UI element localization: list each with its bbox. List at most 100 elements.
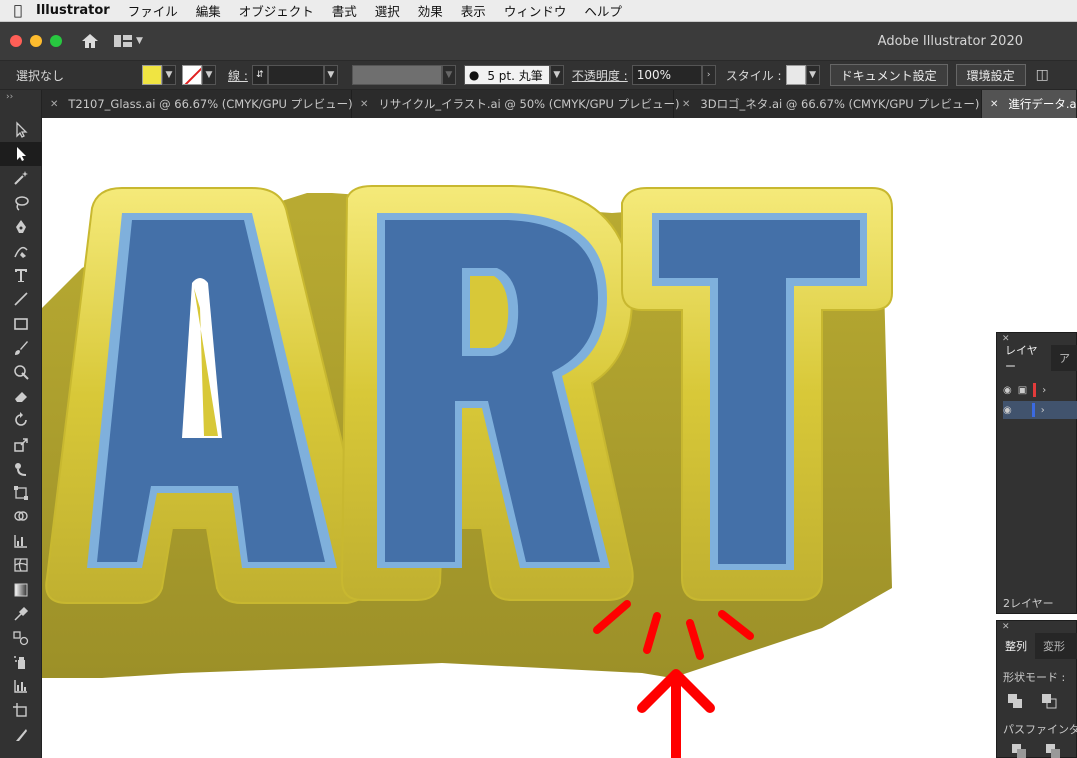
style-swatch[interactable] bbox=[785, 65, 806, 85]
rectangle-tool[interactable] bbox=[0, 312, 42, 336]
close-icon[interactable]: ✕ bbox=[50, 99, 58, 110]
zoom-window-button[interactable] bbox=[50, 35, 62, 47]
tab-recycle-illust[interactable]: ✕ リサイクル_イラスト.ai @ 50% (CMYK/GPU プレビュー) bbox=[352, 90, 680, 118]
panel-grip-icon[interactable]: ›› bbox=[0, 90, 41, 118]
direct-selection-tool[interactable] bbox=[0, 142, 42, 167]
close-icon[interactable]: ✕ bbox=[990, 99, 998, 110]
stroke-weight-stepper[interactable]: ⇵ bbox=[251, 65, 268, 85]
stroke-weight-input[interactable] bbox=[267, 65, 324, 85]
free-transform-icon bbox=[14, 485, 28, 500]
chevron-right-icon[interactable]: › bbox=[1041, 405, 1045, 416]
minus-front-icon[interactable] bbox=[1041, 693, 1057, 709]
stroke-weight-dropdown[interactable]: ▼ bbox=[323, 65, 338, 85]
menu-help[interactable]: ヘルプ bbox=[584, 1, 622, 20]
opacity-input[interactable]: 100% bbox=[631, 65, 702, 85]
divide-icon[interactable] bbox=[1011, 743, 1027, 758]
rectangle-icon bbox=[14, 317, 28, 330]
close-icon[interactable]: ✕ bbox=[360, 99, 368, 110]
artboard-tool[interactable] bbox=[0, 699, 42, 723]
lasso-icon bbox=[15, 195, 29, 211]
fill-swatch[interactable] bbox=[142, 65, 162, 85]
style-dropdown[interactable]: ▼ bbox=[805, 65, 820, 85]
home-icon[interactable] bbox=[80, 31, 100, 51]
arrange-icon[interactable]: ◫ bbox=[1036, 67, 1049, 83]
chevron-right-icon[interactable]: › bbox=[1042, 385, 1046, 396]
puppet-warp-tool[interactable] bbox=[0, 457, 42, 481]
layer-row[interactable]: ◉ › bbox=[1003, 401, 1077, 419]
layer-count: 2レイヤー bbox=[1003, 597, 1054, 610]
opacity-label[interactable]: 不透明度 : bbox=[572, 67, 628, 84]
symbol-sprayer-icon bbox=[14, 656, 25, 670]
menu-view[interactable]: 表示 bbox=[461, 1, 486, 20]
line-tool[interactable] bbox=[0, 287, 42, 311]
gradient-tool[interactable] bbox=[0, 578, 42, 602]
tab-progress-data[interactable]: ✕ 進行データ.ai bbox=[982, 90, 1077, 118]
graph-tool[interactable] bbox=[0, 529, 42, 553]
variable-width-profile[interactable] bbox=[351, 65, 442, 85]
brush-dropdown[interactable]: ▼ bbox=[549, 65, 564, 85]
slice-tool[interactable] bbox=[0, 723, 42, 747]
curvature-tool[interactable] bbox=[0, 239, 42, 263]
direct-selection-icon bbox=[17, 147, 26, 162]
tab-3d-logo[interactable]: ✕ 3Dロゴ_ネタ.ai @ 66.67% (CMYK/GPU プレビュー) bbox=[674, 90, 982, 118]
graph-icon bbox=[14, 535, 27, 548]
unite-icon[interactable] bbox=[1007, 693, 1023, 709]
minimize-window-button[interactable] bbox=[30, 35, 42, 47]
pen-icon bbox=[16, 219, 26, 233]
menu-type[interactable]: 書式 bbox=[332, 1, 357, 20]
tab-layers[interactable]: レイヤー bbox=[997, 344, 1051, 373]
menu-app-name[interactable]: Illustrator bbox=[36, 3, 110, 18]
pen-tool[interactable] bbox=[0, 215, 42, 239]
workspace-switcher[interactable]: ▼ bbox=[114, 34, 143, 48]
close-window-button[interactable] bbox=[10, 35, 22, 47]
lasso-tool[interactable] bbox=[0, 191, 42, 215]
scale-tool[interactable] bbox=[0, 432, 42, 456]
art-3d-text-artwork[interactable] bbox=[42, 118, 1077, 758]
rotate-tool[interactable] bbox=[0, 408, 42, 432]
preferences-button[interactable]: 環境設定 bbox=[955, 64, 1026, 86]
menu-select[interactable]: 選択 bbox=[375, 1, 400, 20]
style-label: スタイル : bbox=[725, 68, 782, 83]
menu-window[interactable]: ウィンドウ bbox=[504, 1, 567, 20]
menu-edit[interactable]: 編集 bbox=[196, 1, 221, 20]
column-graph-tool[interactable] bbox=[0, 674, 42, 698]
brush-definition[interactable]: ● 5 pt. 丸筆 bbox=[463, 65, 550, 85]
artboard-canvas[interactable] bbox=[42, 118, 1077, 758]
curvature-icon bbox=[14, 246, 28, 259]
fill-dropdown[interactable]: ▼ bbox=[162, 65, 176, 85]
menu-file[interactable]: ファイル bbox=[128, 1, 178, 20]
document-settings-button[interactable]: ドキュメント設定 bbox=[829, 64, 948, 86]
trim-icon[interactable] bbox=[1045, 743, 1061, 758]
eye-icon[interactable]: ◉ bbox=[1003, 385, 1012, 396]
layer-row[interactable]: ◉ ▣ › bbox=[1003, 381, 1077, 399]
tab-t2107-glass[interactable]: ✕ T2107_Glass.ai @ 66.67% (CMYK/GPU プレビュ… bbox=[42, 90, 353, 118]
shaper-tool[interactable] bbox=[0, 360, 42, 384]
profile-dropdown[interactable]: ▼ bbox=[441, 65, 456, 85]
app-title-bar: ▼ Adobe Illustrator 2020 bbox=[0, 22, 1077, 60]
type-tool[interactable] bbox=[0, 263, 42, 287]
free-transform-tool[interactable] bbox=[0, 481, 42, 505]
close-icon[interactable]: ✕ bbox=[1002, 622, 1010, 632]
mesh-tool[interactable] bbox=[0, 553, 42, 577]
lock-icon[interactable]: ▣ bbox=[1018, 385, 1027, 396]
blend-tool[interactable] bbox=[0, 626, 42, 650]
eye-icon[interactable]: ◉ bbox=[1003, 405, 1012, 416]
tab-align[interactable]: 整列 bbox=[997, 633, 1035, 659]
stroke-swatch[interactable] bbox=[182, 65, 202, 85]
shape-builder-tool[interactable] bbox=[0, 505, 42, 529]
apple-icon[interactable]:  bbox=[0, 3, 36, 19]
tab-transform[interactable]: 変形 bbox=[1035, 633, 1073, 659]
opacity-dropdown[interactable]: › bbox=[701, 65, 716, 85]
close-icon[interactable]: ✕ bbox=[682, 99, 690, 110]
stroke-dropdown[interactable]: ▼ bbox=[202, 65, 216, 85]
menu-object[interactable]: オブジェクト bbox=[239, 1, 314, 20]
eyedropper-tool[interactable] bbox=[0, 602, 42, 626]
selection-tool[interactable] bbox=[0, 118, 42, 142]
magic-wand-tool[interactable] bbox=[0, 166, 42, 190]
paintbrush-tool[interactable] bbox=[0, 336, 42, 360]
menu-effect[interactable]: 効果 bbox=[418, 1, 443, 20]
eraser-tool[interactable] bbox=[0, 384, 42, 408]
symbol-sprayer-tool[interactable] bbox=[0, 650, 42, 674]
tab-artboards[interactable]: ア bbox=[1051, 345, 1077, 371]
layers-panel-tabs: レイヤー ア bbox=[997, 344, 1077, 373]
